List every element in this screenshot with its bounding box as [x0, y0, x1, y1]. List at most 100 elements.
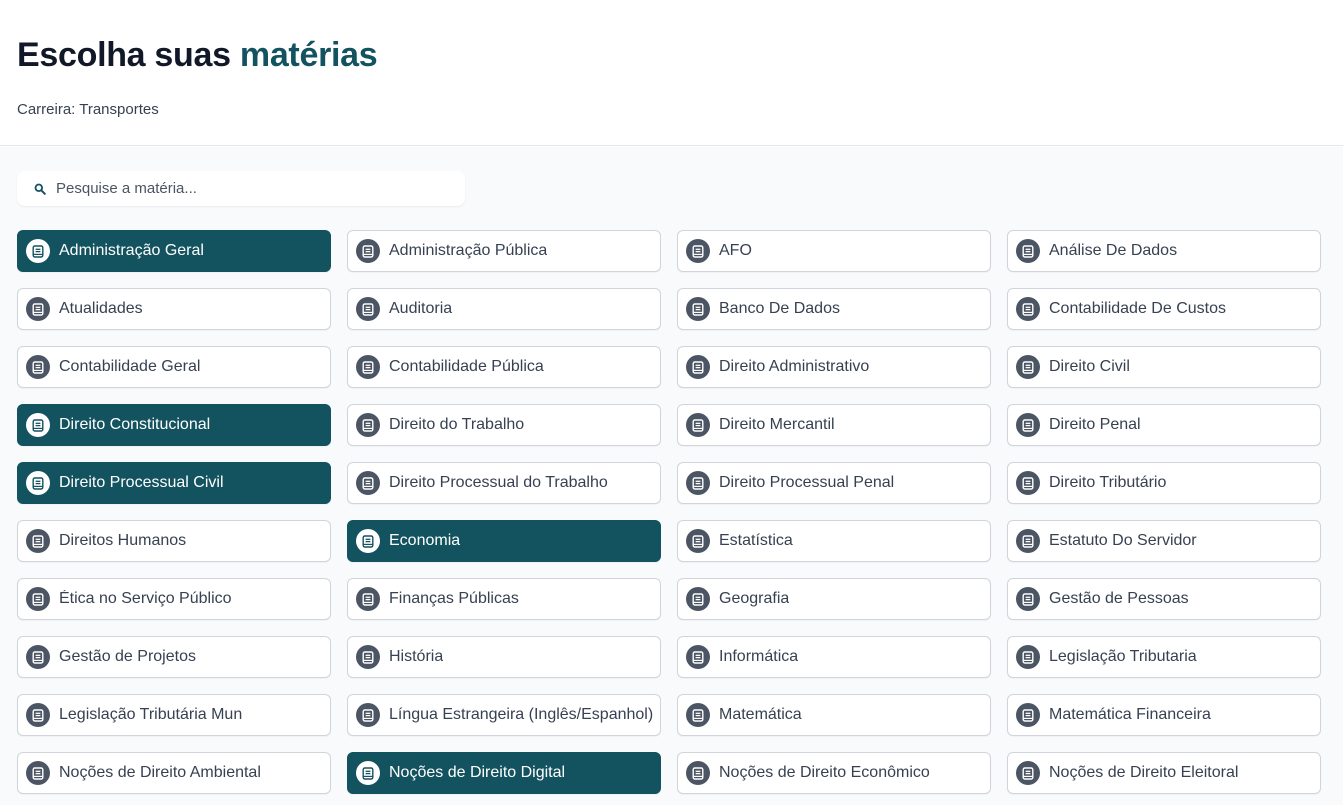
- subject-label: Ética no Serviço Público: [59, 590, 232, 607]
- subject-option[interactable]: Noções de Direito Ambiental: [17, 752, 331, 794]
- subject-label: Direito Administrativo: [719, 358, 870, 375]
- subject-option[interactable]: Direito Processual Penal: [677, 462, 991, 504]
- subject-option[interactable]: AFO: [677, 230, 991, 272]
- subject-option[interactable]: Administração Pública: [347, 230, 661, 272]
- subject-option[interactable]: Noções de Direito Eleitoral: [1007, 752, 1321, 794]
- page-title: Escolha suas matérias: [17, 36, 378, 75]
- subject-label: Administração Pública: [389, 242, 548, 259]
- subject-option[interactable]: Auditoria: [347, 288, 661, 330]
- book-icon: [356, 471, 380, 495]
- subject-option[interactable]: Direito Processual Civil: [17, 462, 331, 504]
- book-icon: [1016, 645, 1040, 669]
- subject-label: Geografia: [719, 590, 790, 607]
- book-icon: [686, 587, 710, 611]
- subject-label: Noções de Direito Digital: [389, 764, 566, 781]
- subject-option[interactable]: Legislação Tributária Mun: [17, 694, 331, 736]
- subject-label: Direito Constitucional: [59, 416, 211, 433]
- subject-option[interactable]: Noções de Direito Digital: [347, 752, 661, 794]
- subject-option[interactable]: Direito Mercantil: [677, 404, 991, 446]
- subject-label: Noções de Direito Econômico: [719, 764, 930, 781]
- subject-option[interactable]: Língua Estrangeira (Inglês/Espanhol): [347, 694, 661, 736]
- subject-option[interactable]: Direito do Trabalho: [347, 404, 661, 446]
- subject-option[interactable]: Matemática Financeira: [1007, 694, 1321, 736]
- subject-label: Direito Civil: [1049, 358, 1130, 375]
- subject-option[interactable]: Atualidades: [17, 288, 331, 330]
- search-input[interactable]: [56, 180, 436, 197]
- subject-option[interactable]: Estatuto Do Servidor: [1007, 520, 1321, 562]
- subjects-panel: Administração Geral Administração Pública…: [0, 147, 1343, 805]
- book-icon: [356, 413, 380, 437]
- subject-option[interactable]: Contabilidade Geral: [17, 346, 331, 388]
- subject-label: AFO: [719, 242, 752, 259]
- book-icon: [26, 645, 50, 669]
- subject-label: Contabilidade Geral: [59, 358, 201, 375]
- subject-label: Legislação Tributaria: [1049, 648, 1197, 665]
- book-icon: [26, 413, 50, 437]
- subject-option[interactable]: Contabilidade De Custos: [1007, 288, 1321, 330]
- subject-option[interactable]: Contabilidade Pública: [347, 346, 661, 388]
- subject-option[interactable]: Banco De Dados: [677, 288, 991, 330]
- subject-option[interactable]: Direito Civil: [1007, 346, 1321, 388]
- subject-label: Direitos Humanos: [59, 532, 187, 549]
- subject-label: Direito Processual do Trabalho: [389, 474, 608, 491]
- subject-option[interactable]: Matemática: [677, 694, 991, 736]
- book-icon: [686, 297, 710, 321]
- subject-label: Noções de Direito Ambiental: [59, 764, 261, 781]
- subject-option[interactable]: Informática: [677, 636, 991, 678]
- subject-option[interactable]: Economia: [347, 520, 661, 562]
- subject-option[interactable]: Estatística: [677, 520, 991, 562]
- subject-label: Gestão de Projetos: [59, 648, 196, 665]
- book-icon: [26, 471, 50, 495]
- book-icon: [26, 239, 50, 263]
- subject-grid: Administração Geral Administração Pública…: [17, 230, 1321, 794]
- search-box[interactable]: [17, 171, 465, 206]
- subject-label: Finanças Públicas: [389, 590, 519, 607]
- book-icon: [1016, 355, 1040, 379]
- subject-option[interactable]: Direito Constitucional: [17, 404, 331, 446]
- subject-label: Matemática: [719, 706, 802, 723]
- book-icon: [686, 471, 710, 495]
- subject-option[interactable]: Gestão de Projetos: [17, 636, 331, 678]
- page-header: Escolha suas matérias Carreira: Transpor…: [0, 0, 1343, 146]
- subject-label: Língua Estrangeira (Inglês/Espanhol): [389, 706, 654, 723]
- subject-option[interactable]: Direitos Humanos: [17, 520, 331, 562]
- subject-label: Análise De Dados: [1049, 242, 1178, 259]
- book-icon: [686, 529, 710, 553]
- subject-option[interactable]: Direito Tributário: [1007, 462, 1321, 504]
- subject-option[interactable]: Gestão de Pessoas: [1007, 578, 1321, 620]
- book-icon: [26, 529, 50, 553]
- subject-option[interactable]: Administração Geral: [17, 230, 331, 272]
- book-icon: [356, 355, 380, 379]
- subject-option[interactable]: Direito Administrativo: [677, 346, 991, 388]
- subject-label: Gestão de Pessoas: [1049, 590, 1189, 607]
- book-icon: [356, 645, 380, 669]
- subject-option[interactable]: Direito Penal: [1007, 404, 1321, 446]
- book-icon: [1016, 297, 1040, 321]
- book-icon: [686, 413, 710, 437]
- subject-option[interactable]: Ética no Serviço Público: [17, 578, 331, 620]
- book-icon: [686, 355, 710, 379]
- career-label: Carreira: Transportes: [17, 101, 159, 118]
- book-icon: [686, 703, 710, 727]
- subject-option[interactable]: Geografia: [677, 578, 991, 620]
- subject-option[interactable]: Direito Processual do Trabalho: [347, 462, 661, 504]
- book-icon: [686, 239, 710, 263]
- subject-label: Noções de Direito Eleitoral: [1049, 764, 1239, 781]
- subject-option[interactable]: História: [347, 636, 661, 678]
- subject-label: Legislação Tributária Mun: [59, 706, 243, 723]
- book-icon: [686, 761, 710, 785]
- book-icon: [26, 297, 50, 321]
- subject-label: Matemática Financeira: [1049, 706, 1211, 723]
- page-title-accent: matérias: [239, 36, 378, 74]
- subject-option[interactable]: Análise De Dados: [1007, 230, 1321, 272]
- subject-label: Contabilidade Pública: [389, 358, 544, 375]
- subject-option[interactable]: Noções de Direito Econômico: [677, 752, 991, 794]
- subject-option[interactable]: Finanças Públicas: [347, 578, 661, 620]
- subject-label: Direito Processual Civil: [59, 474, 224, 491]
- subject-label: Atualidades: [59, 300, 143, 317]
- subject-option[interactable]: Legislação Tributaria: [1007, 636, 1321, 678]
- book-icon: [1016, 761, 1040, 785]
- book-icon: [26, 761, 50, 785]
- book-icon: [356, 703, 380, 727]
- book-icon: [26, 587, 50, 611]
